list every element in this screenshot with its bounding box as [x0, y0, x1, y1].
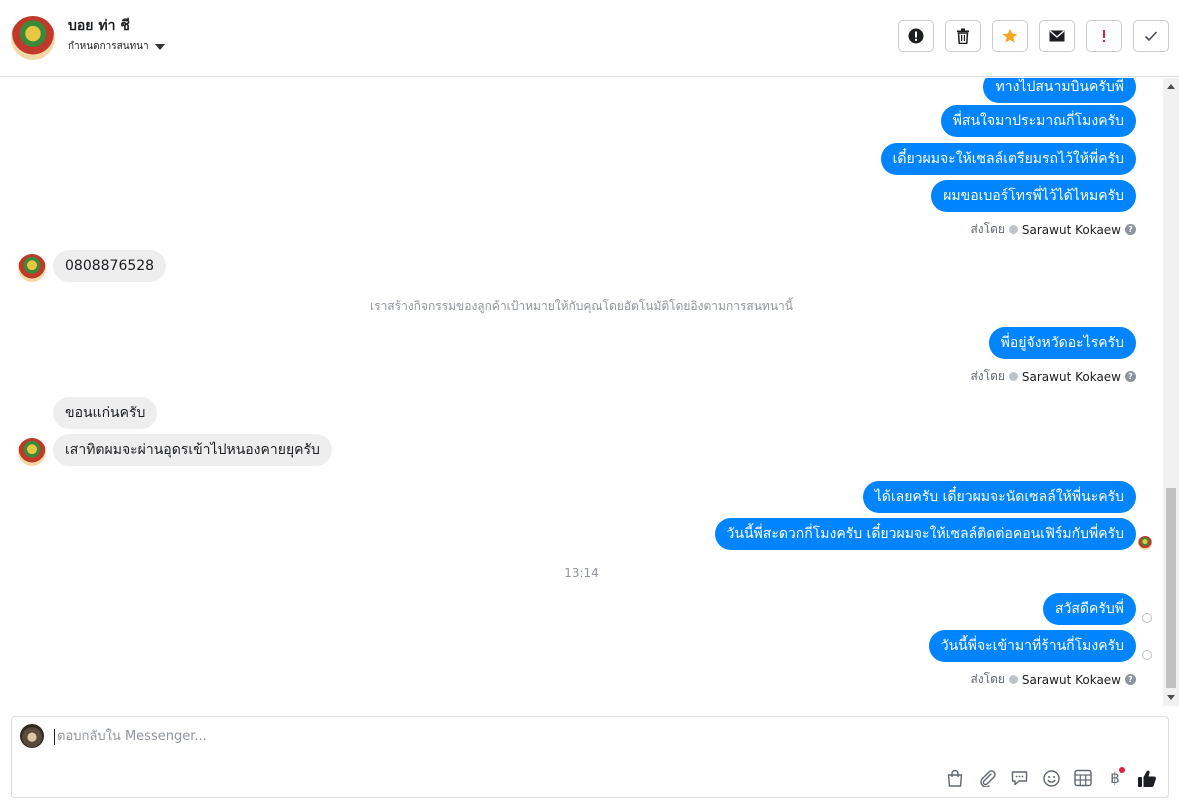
mark-unread-button[interactable] — [1039, 20, 1075, 52]
outgoing-message: เดี๋ยวผมจะให้เซลล์เตรียมรถไว้ให้พี่ครับ — [880, 143, 1136, 175]
notification-dot — [1119, 767, 1125, 773]
sent-by-line: ส่งโดย Sarawut Kokaew ? — [970, 220, 1136, 239]
shopping-bag-icon — [947, 769, 963, 787]
outgoing-message: ผมขอเบอร์โทรพี่ไว้ได้ไหมครับ — [931, 180, 1136, 212]
page-icon — [1008, 675, 1018, 684]
scroll-up-arrow-icon[interactable] — [1167, 84, 1175, 89]
contact-avatar-small — [18, 438, 46, 466]
delivered-icon — [1142, 650, 1152, 660]
conversation-menu[interactable]: กำหนดการสนทนา — [68, 39, 165, 54]
conversation-header: บอย ท่า ชี กำหนดการสนทนา — [0, 0, 1179, 77]
payment-button[interactable]: ฿ — [1104, 767, 1126, 789]
composer-tools: ฿ — [944, 767, 1158, 789]
thread-scrollbar[interactable] — [1163, 78, 1179, 706]
envelope-icon — [1049, 30, 1065, 42]
exclamation-icon — [1103, 30, 1105, 42]
shop-button[interactable] — [944, 767, 966, 789]
alert-icon — [908, 28, 924, 44]
header-actions — [898, 20, 1169, 52]
mark-important-button[interactable] — [1086, 20, 1122, 52]
contact-avatar-small — [18, 254, 46, 282]
page-icon — [1008, 225, 1018, 234]
sent-by-label: ส่งโดย — [970, 222, 1005, 236]
emoji-icon — [1042, 769, 1060, 787]
outgoing-message: ได้เลยครับ เดี๋ยวผมจะนัดเซลล์ให้พี่นะครั… — [862, 481, 1136, 513]
outgoing-message: พี่อยู่จังหวัดอะไรครับ — [988, 327, 1136, 359]
system-note: เราสร้างกิจกรรมของลูกค้าเป้าหมายให้กับคุ… — [370, 299, 793, 313]
sent-by-line: ส่งโดย Sarawut Kokaew ? — [970, 367, 1136, 386]
scroll-down-arrow-icon[interactable] — [1167, 695, 1175, 700]
appointment-button[interactable] — [1072, 767, 1094, 789]
paperclip-icon — [979, 769, 996, 787]
trash-icon — [957, 28, 969, 44]
mark-spam-button[interactable] — [898, 20, 934, 52]
outgoing-message: พี่สนใจมาประมาณกี่โมงครับ — [940, 105, 1136, 137]
saved-replies-button[interactable] — [1008, 767, 1030, 789]
sent-by-line: ส่งโดย Sarawut Kokaew ? — [970, 670, 1136, 689]
calendar-grid-icon — [1074, 769, 1092, 787]
message-thread: ทางไปสนามบินครับพี่ พี่สนใจมาประมาณกี่โม… — [0, 78, 1163, 706]
delete-button[interactable] — [945, 20, 981, 52]
help-icon[interactable]: ? — [1125, 371, 1136, 382]
check-icon — [1144, 31, 1158, 42]
attach-button[interactable] — [976, 767, 998, 789]
contact-avatar[interactable] — [11, 16, 55, 60]
emoji-button[interactable] — [1040, 767, 1062, 789]
timestamp: 13:14 — [564, 566, 599, 580]
incoming-message: ขอนแก่นครับ — [53, 397, 158, 429]
incoming-message: 0808876528 — [53, 250, 167, 282]
sender-name[interactable]: Sarawut Kokaew — [1022, 223, 1121, 237]
contact-name[interactable]: บอย ท่า ชี — [68, 15, 130, 37]
baht-icon: ฿ — [1110, 769, 1120, 787]
scroll-thumb[interactable] — [1166, 488, 1176, 688]
sender-name[interactable]: Sarawut Kokaew — [1022, 673, 1121, 687]
help-icon[interactable]: ? — [1125, 224, 1136, 235]
like-button[interactable] — [1136, 767, 1158, 789]
message-composer: ตอบกลับใน Messenger... ฿ — [11, 716, 1169, 798]
sent-by-label: ส่งโดย — [970, 672, 1005, 686]
reply-input[interactable]: ตอบกลับใน Messenger... — [54, 729, 957, 745]
like-icon — [1138, 770, 1156, 787]
sent-by-label: ส่งโดย — [970, 369, 1005, 383]
seen-avatar — [1138, 536, 1152, 550]
outgoing-message: วันนี้พี่จะเข้ามาที่ร้านกี่โมงครับ — [928, 630, 1136, 662]
outgoing-message: วันนี้พี่สะดวกกี่โมงครับ เดี๋ยวผมจะให้เซ… — [714, 518, 1136, 550]
speech-bubble-icon — [1011, 771, 1027, 786]
outgoing-message: ทางไปสนามบินครับพี่ — [983, 78, 1136, 103]
conversation-menu-label: กำหนดการสนทนา — [68, 41, 149, 52]
mark-done-button[interactable] — [1133, 20, 1169, 52]
incoming-message: เสาทิตผมจะผ่านอุดรเข้าไปหนองคายยุครับ — [53, 434, 332, 466]
outgoing-message: สวัสดีครับพี่ — [1042, 593, 1136, 625]
sender-name[interactable]: Sarawut Kokaew — [1022, 370, 1121, 384]
help-icon[interactable]: ? — [1125, 674, 1136, 685]
page-icon — [1008, 372, 1018, 381]
delivered-icon — [1142, 613, 1152, 623]
caret-down-icon — [154, 43, 165, 50]
star-icon — [1002, 28, 1018, 43]
page-avatar — [20, 724, 44, 748]
star-button[interactable] — [992, 20, 1028, 52]
